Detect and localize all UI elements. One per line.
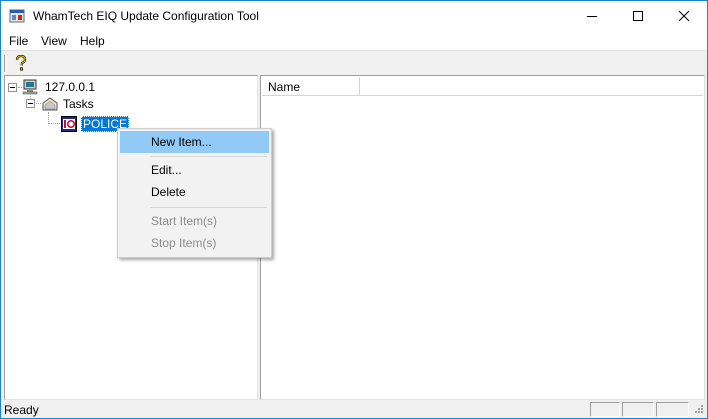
app-icon	[9, 8, 25, 24]
menu-help[interactable]: Help	[80, 34, 105, 48]
menu-view[interactable]: View	[41, 34, 67, 48]
tree-connector	[36, 103, 41, 104]
toolbar	[1, 52, 707, 74]
menu-item-edit[interactable]: Edit...	[120, 159, 269, 181]
menu-item-start-items[interactable]: Start Item(s)	[120, 210, 269, 232]
maximize-button[interactable]	[615, 1, 661, 31]
tree-node-tasks-label[interactable]: Tasks	[63, 97, 94, 111]
context-menu: New Item... Edit... Delete Start Item(s)…	[117, 128, 272, 258]
status-panel	[656, 402, 689, 417]
close-icon	[679, 11, 689, 21]
tree-connector	[48, 123, 60, 124]
tree-node-root-label[interactable]: 127.0.0.1	[45, 80, 95, 94]
window-title: WhamTech EIQ Update Configuration Tool	[33, 9, 259, 23]
close-button[interactable]	[661, 1, 707, 31]
minimize-icon	[587, 16, 597, 17]
list-view[interactable]: Name	[260, 75, 705, 400]
resize-grip-icon[interactable]	[691, 403, 704, 416]
title-bar[interactable]: WhamTech EIQ Update Configuration Tool	[1, 1, 707, 31]
menu-file[interactable]: File	[9, 34, 28, 48]
menu-bar: File View Help	[1, 31, 707, 51]
status-text: Ready	[4, 403, 39, 417]
collapse-tasks-toggle[interactable]	[26, 99, 35, 108]
computer-icon	[22, 79, 38, 95]
menu-separator	[150, 156, 267, 157]
maximize-icon	[633, 11, 643, 21]
collapse-root-toggle[interactable]	[8, 83, 17, 92]
menu-item-new-item[interactable]: New Item...	[120, 131, 269, 153]
tasks-folder-icon	[42, 96, 58, 112]
toolbar-grip[interactable]	[4, 55, 7, 72]
help-question-icon[interactable]	[14, 54, 28, 71]
column-header-filler	[360, 77, 703, 96]
minimize-button[interactable]	[569, 1, 615, 31]
status-bar: Ready	[1, 401, 707, 418]
menu-item-stop-items[interactable]: Stop Item(s)	[120, 232, 269, 254]
status-panel	[622, 402, 654, 417]
police-task-icon	[61, 116, 77, 132]
status-panel	[590, 402, 620, 417]
column-header-name[interactable]: Name	[262, 77, 360, 96]
main-window: WhamTech EIQ Update Configuration Tool F…	[0, 0, 708, 419]
menu-item-delete[interactable]: Delete	[120, 181, 269, 203]
menu-separator	[150, 207, 267, 208]
